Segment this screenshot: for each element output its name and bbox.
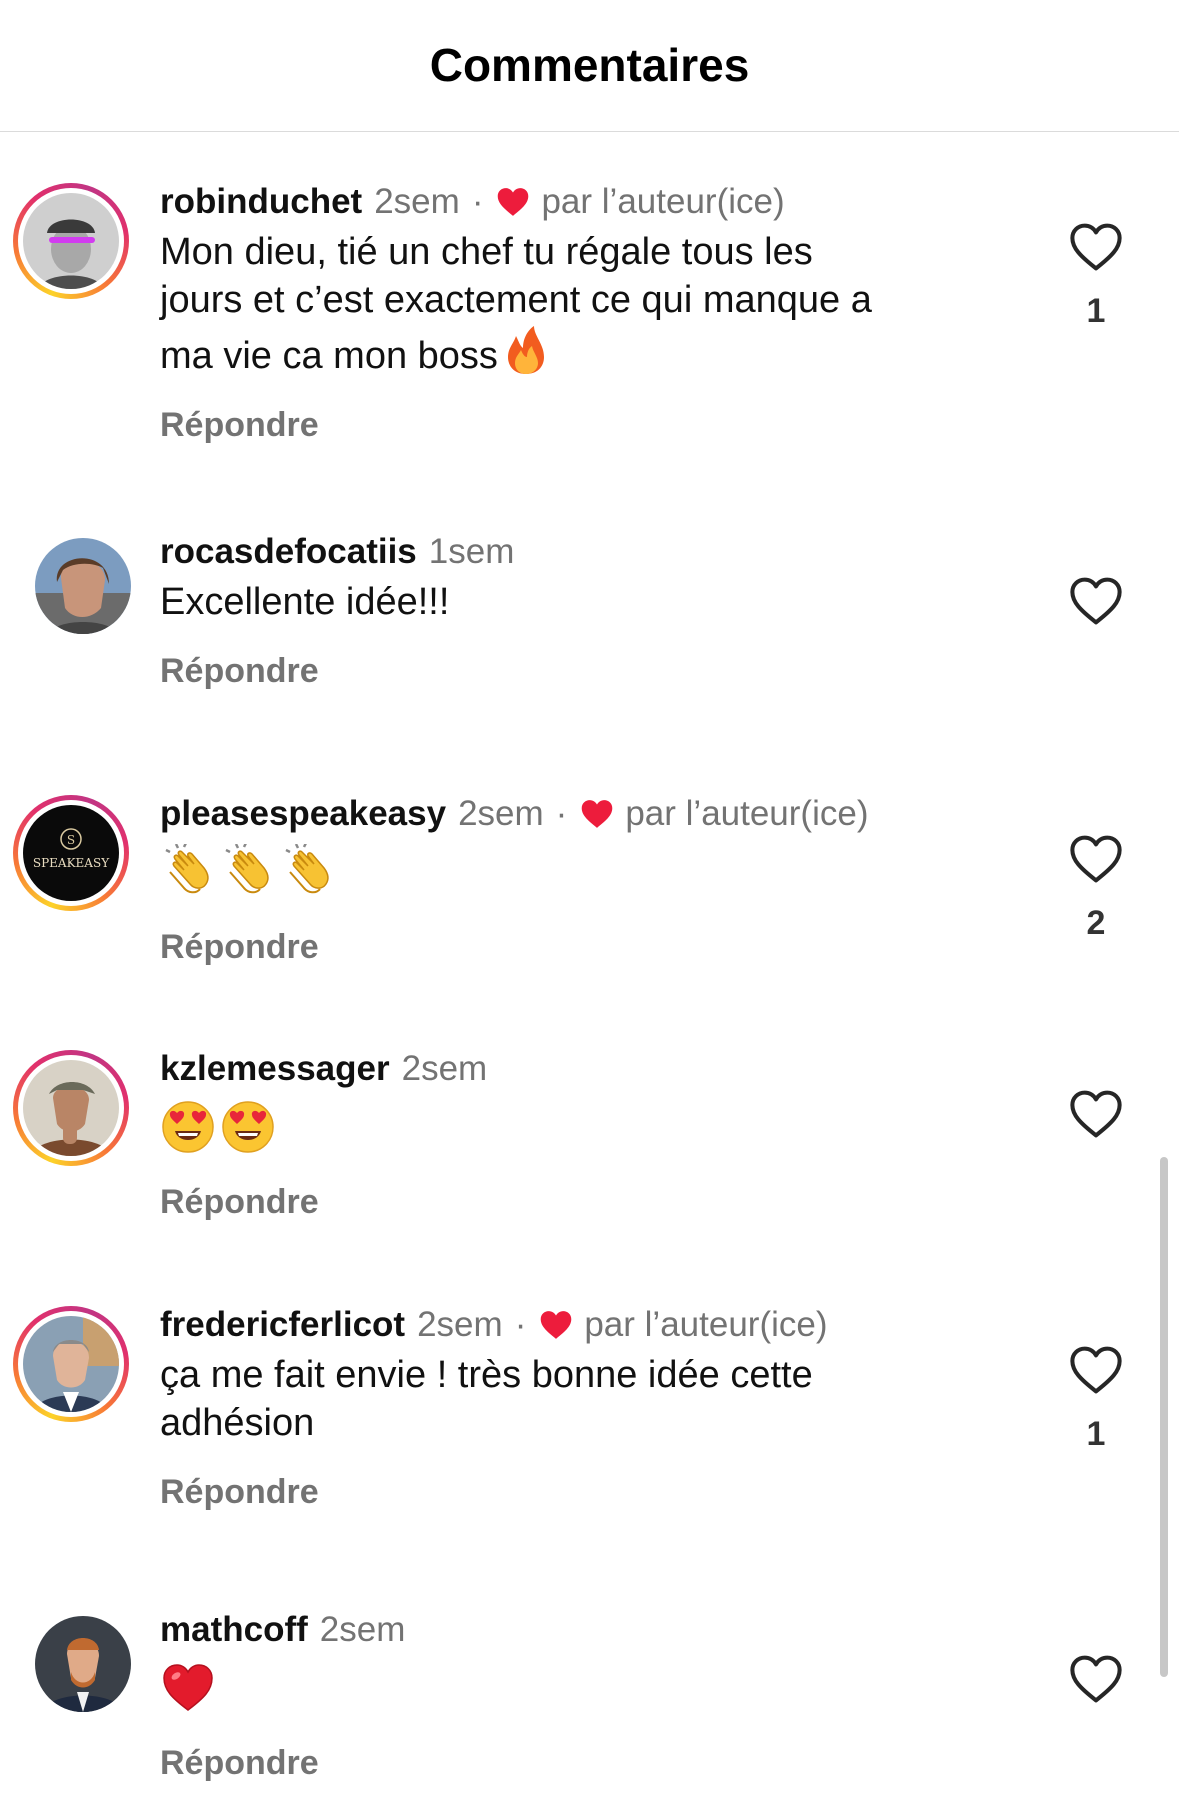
comment-text: ça me fait envie ! très bonne idée cette… — [160, 1354, 813, 1444]
reply-button[interactable]: Répondre — [160, 928, 1000, 967]
reply-button[interactable]: Répondre — [160, 406, 1000, 445]
liked-by-author-label: par l’auteur(ice) — [541, 182, 785, 221]
username[interactable]: pleasespeakeasy — [160, 792, 446, 836]
comment-emojis — [160, 842, 1000, 902]
fire-emoji — [504, 324, 548, 376]
like-heart-icon[interactable] — [1069, 222, 1123, 272]
like-count: 2 — [1086, 904, 1106, 942]
page-title: Commentaires — [429, 38, 750, 91]
comment-meta: pleasespeakeasy 2sem · par l’auteur(ice) — [160, 792, 1000, 836]
avatar-image — [23, 1060, 119, 1156]
comment-time: 1sem — [428, 532, 515, 571]
like-count: 1 — [1086, 1415, 1106, 1453]
comments-header: Commentaires — [0, 0, 1179, 132]
reply-button[interactable]: Répondre — [160, 1473, 1000, 1512]
like-count: 1 — [1086, 292, 1106, 330]
like-heart-icon[interactable] — [1069, 1654, 1123, 1704]
scrollbar[interactable] — [1160, 1157, 1168, 1677]
like-column — [1064, 1654, 1128, 1704]
svg-text:S: S — [67, 833, 75, 847]
heart-eyes-emoji — [160, 1099, 216, 1155]
author-liked-heart-icon — [495, 186, 531, 218]
svg-text:SPEAKEASY: SPEAKEASY — [33, 856, 110, 870]
username[interactable]: robinduchet — [160, 180, 362, 224]
like-column — [1064, 576, 1128, 626]
comment-meta: rocasdefocatiis 1sem — [160, 530, 1000, 574]
comment-emojis — [160, 1658, 1000, 1718]
like-column: 1 — [1064, 1345, 1128, 1454]
comment-emojis — [160, 1097, 1000, 1157]
comment-meta: fredericferlicot 2sem · par l’auteur(ice… — [160, 1303, 1000, 1347]
username[interactable]: rocasdefocatiis — [160, 530, 417, 574]
reply-button[interactable]: Répondre — [160, 1183, 1000, 1222]
username[interactable]: mathcoff — [160, 1608, 308, 1652]
clapping-hands-emoji — [280, 844, 336, 900]
comment-time: 2sem — [417, 1305, 503, 1344]
reply-button[interactable]: Répondre — [160, 1744, 1000, 1783]
comment-time: 2sem — [319, 1610, 406, 1649]
username[interactable]: fredericferlicot — [160, 1303, 405, 1347]
avatar-image — [35, 538, 131, 634]
comment-text: Excellente idée!!! — [160, 581, 450, 623]
avatar-image: S SPEAKEASY — [23, 805, 119, 901]
username[interactable]: kzlemessager — [160, 1047, 390, 1091]
like-heart-icon[interactable] — [1069, 1345, 1123, 1395]
comment-time: 2sem — [374, 182, 460, 221]
comment-meta: kzlemessager 2sem — [160, 1047, 1000, 1091]
avatar[interactable] — [13, 183, 129, 299]
clapping-hands-emoji — [160, 844, 216, 900]
comment-meta: mathcoff 2sem — [160, 1608, 1000, 1652]
avatar[interactable] — [13, 1050, 129, 1166]
like-column: 1 — [1064, 222, 1128, 331]
avatar[interactable]: S SPEAKEASY — [13, 795, 129, 911]
like-heart-icon[interactable] — [1069, 1089, 1123, 1139]
avatar[interactable] — [13, 528, 131, 644]
like-column — [1064, 1089, 1128, 1139]
reply-button[interactable]: Répondre — [160, 652, 1000, 691]
red-heart-emoji — [160, 1660, 216, 1716]
clapping-hands-emoji — [220, 844, 276, 900]
heart-eyes-emoji — [220, 1099, 276, 1155]
avatar[interactable] — [13, 1606, 131, 1722]
comment-meta: robinduchet 2sem · par l’auteur(ice) — [160, 180, 1000, 224]
avatar-image — [23, 1316, 119, 1412]
comment-time: 2sem — [401, 1049, 488, 1088]
avatar-image — [23, 193, 119, 289]
author-liked-heart-icon — [538, 1309, 574, 1341]
avatar-image — [35, 1616, 131, 1712]
author-liked-heart-icon — [579, 798, 615, 830]
liked-by-author-label: par l’auteur(ice) — [625, 794, 869, 833]
comment-time: 2sem — [458, 794, 544, 833]
comment-text: Mon dieu, tié un chef tu régale tous les… — [160, 231, 872, 377]
liked-by-author-label: par l’auteur(ice) — [584, 1305, 828, 1344]
avatar[interactable] — [13, 1306, 129, 1422]
like-column: 2 — [1064, 834, 1128, 943]
like-heart-icon[interactable] — [1069, 834, 1123, 884]
like-heart-icon[interactable] — [1069, 576, 1123, 626]
